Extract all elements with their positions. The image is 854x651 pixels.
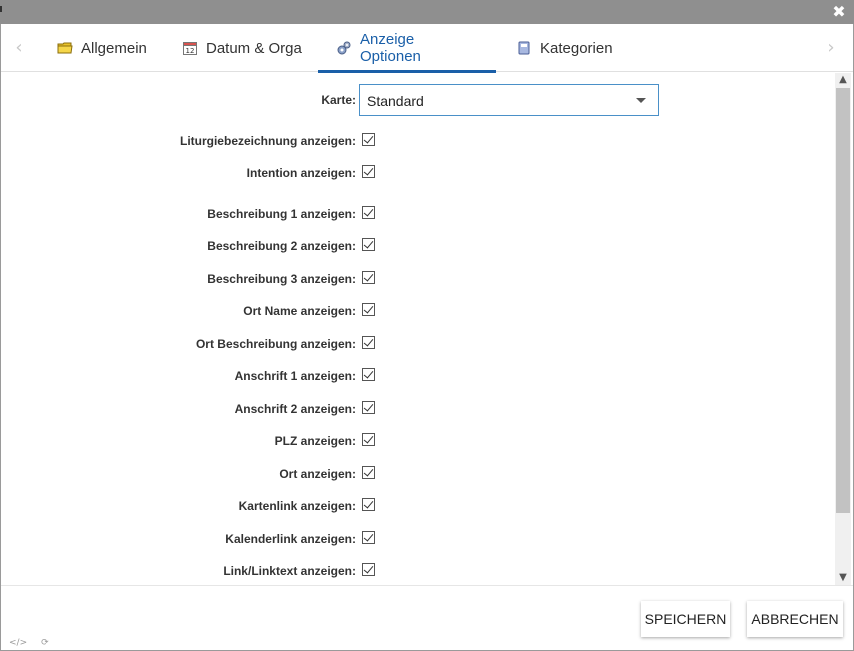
option-label: Anschrift 1 anzeigen: xyxy=(234,369,356,383)
option-checkbox[interactable] xyxy=(362,336,375,349)
option-row-beschreibung-3: Beschreibung 3 anzeigen: xyxy=(1,269,835,289)
scrollbar-thumb[interactable] xyxy=(836,88,850,513)
option-checkbox[interactable] xyxy=(362,466,375,479)
karte-label: Karte: xyxy=(321,93,356,107)
folder-icon xyxy=(57,40,73,56)
option-label: Beschreibung 3 anzeigen: xyxy=(207,272,356,286)
option-checkbox[interactable] xyxy=(362,433,375,446)
option-row-kartenlink: Kartenlink anzeigen: xyxy=(1,496,835,516)
options-form: Karte: Standard Liturgiebezeichnung anze… xyxy=(1,73,835,585)
option-label: Beschreibung 1 anzeigen: xyxy=(207,207,356,221)
tab-label: Datum & Orga xyxy=(206,39,302,57)
option-label: PLZ anzeigen: xyxy=(274,434,356,448)
option-row-liturgiebezeichnung: Liturgiebezeichnung anzeigen: xyxy=(1,131,835,151)
option-label: Kartenlink anzeigen: xyxy=(238,499,356,513)
option-row-ort: Ort anzeigen: xyxy=(1,464,835,484)
option-checkbox[interactable] xyxy=(362,165,375,178)
option-checkbox[interactable] xyxy=(362,238,375,251)
scroll-up-icon[interactable]: ▲ xyxy=(835,73,851,87)
tab-scroll-right-icon[interactable]: › xyxy=(821,36,841,60)
option-row-anschrift-1: Anschrift 1 anzeigen: xyxy=(1,366,835,386)
option-label: Ort Name anzeigen: xyxy=(243,304,356,318)
dialog-titlebar[interactable]: ✖ xyxy=(0,0,854,24)
dialog-body: ‹ Allgemein 12 Datum & Orga Anzeige Opti… xyxy=(1,24,853,650)
footer-tools: </> ⟳ xyxy=(9,638,63,648)
tab-bar: ‹ Allgemein 12 Datum & Orga Anzeige Opti… xyxy=(1,24,853,73)
option-row-ort-beschreibung: Ort Beschreibung anzeigen: xyxy=(1,334,835,354)
option-checkbox[interactable] xyxy=(362,531,375,544)
scroll-down-icon[interactable]: ▼ xyxy=(835,571,851,585)
cancel-button[interactable]: ABBRECHEN xyxy=(747,601,843,637)
option-row-link-linktext: Link/Linktext anzeigen: xyxy=(1,561,835,581)
option-checkbox[interactable] xyxy=(362,133,375,146)
save-button[interactable]: SPEICHERN xyxy=(641,601,730,637)
dialog-window: ✖ ‹ Allgemein 12 Datum & Orga Anzeige Op… xyxy=(0,0,854,651)
chevron-down-icon xyxy=(636,98,646,103)
close-icon[interactable]: ✖ xyxy=(832,4,846,20)
tab-kategorien[interactable]: Kategorien xyxy=(516,24,613,72)
option-label: Intention anzeigen: xyxy=(246,166,356,180)
option-row-plz: PLZ anzeigen: xyxy=(1,431,835,451)
option-checkbox[interactable] xyxy=(362,563,375,576)
option-checkbox[interactable] xyxy=(362,271,375,284)
dialog-footer: SPEICHERN ABBRECHEN </> ⟳ xyxy=(1,585,853,650)
karte-select-value: Standard xyxy=(367,93,424,109)
titlebar-marker xyxy=(0,6,2,12)
calendar-icon: 12 xyxy=(182,40,198,56)
option-row-beschreibung-1: Beschreibung 1 anzeigen: xyxy=(1,204,835,224)
option-label: Liturgiebezeichnung anzeigen: xyxy=(179,134,356,148)
option-label: Link/Linktext anzeigen: xyxy=(223,564,356,578)
tab-scroll-left-icon[interactable]: ‹ xyxy=(9,36,29,60)
gears-icon xyxy=(336,40,352,56)
svg-text:12: 12 xyxy=(186,47,195,55)
option-row-kalenderlink: Kalenderlink anzeigen: xyxy=(1,529,835,549)
book-icon xyxy=(516,40,532,56)
option-label: Ort anzeigen: xyxy=(279,467,356,481)
tab-datum-orga[interactable]: 12 Datum & Orga xyxy=(182,24,302,72)
tab-label: Allgemein xyxy=(81,39,147,57)
option-label: Kalenderlink anzeigen: xyxy=(225,532,356,546)
option-row-anschrift-2: Anschrift 2 anzeigen: xyxy=(1,399,835,419)
code-icon[interactable]: </> xyxy=(9,638,27,648)
refresh-icon[interactable]: ⟳ xyxy=(41,638,49,648)
option-checkbox[interactable] xyxy=(362,368,375,381)
option-row-beschreibung-2: Beschreibung 2 anzeigen: xyxy=(1,236,835,256)
option-checkbox[interactable] xyxy=(362,206,375,219)
option-checkbox[interactable] xyxy=(362,401,375,414)
tab-label: Kategorien xyxy=(540,39,613,57)
tab-allgemein[interactable]: Allgemein xyxy=(57,24,147,72)
option-checkbox[interactable] xyxy=(362,303,375,316)
option-row-ort-name: Ort Name anzeigen: xyxy=(1,301,835,321)
option-label: Beschreibung 2 anzeigen: xyxy=(207,239,356,253)
tab-label: Anzeige Optionen xyxy=(360,31,421,65)
vertical-scrollbar[interactable]: ▲ ▼ xyxy=(835,73,851,585)
option-checkbox[interactable] xyxy=(362,498,375,511)
option-row-intention: Intention anzeigen: xyxy=(1,163,835,183)
karte-select[interactable]: Standard xyxy=(359,84,659,116)
option-label: Anschrift 2 anzeigen: xyxy=(234,402,356,416)
option-label: Ort Beschreibung anzeigen: xyxy=(195,337,356,351)
tab-anzeige-optionen[interactable]: Anzeige Optionen xyxy=(318,24,496,73)
